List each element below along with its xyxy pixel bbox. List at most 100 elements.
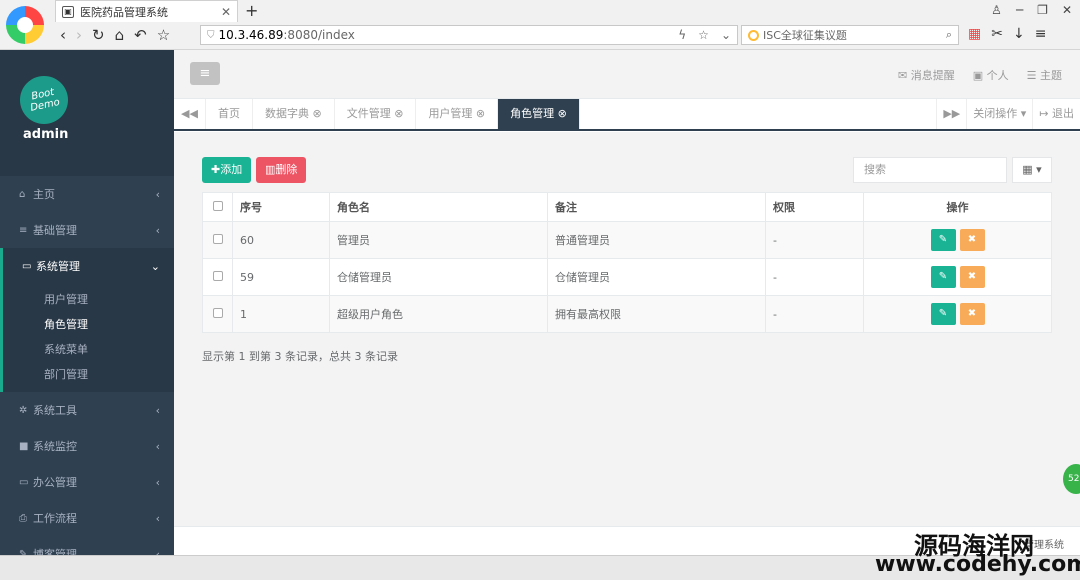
reload-icon[interactable]: ↻ [92, 26, 105, 44]
chevron-left-icon: ‹ [155, 475, 160, 489]
sidebar-item-menus[interactable]: 系统菜单 [3, 337, 174, 362]
sidebar-item-basic[interactable]: ≡ 基础管理 ‹ [0, 212, 174, 248]
url-host: 10.3.46.89 [218, 28, 284, 42]
back-icon[interactable]: ‹ [60, 26, 66, 44]
home-icon: ⌂ [19, 188, 26, 200]
sidebar-item-monitor[interactable]: ■ 系统监控 ‹ [0, 428, 174, 464]
video-icon: ■ [19, 440, 29, 452]
tab-dict[interactable]: 数据字典 ⊗ [253, 99, 335, 129]
list-icon: ≡ [19, 224, 28, 236]
cell-remark: 仓储管理员 [547, 258, 766, 296]
row-checkbox[interactable] [212, 270, 223, 281]
tab-roles[interactable]: 角色管理 ⊗ [498, 99, 580, 129]
roles-table: 序号 角色名 备注 权限 操作 60 管理员 普通管理员 - ✎ ✖ 59 仓储管… [202, 192, 1052, 333]
edit-button[interactable]: ✎ [930, 266, 956, 288]
col-id[interactable]: 序号 [232, 192, 330, 222]
row-checkbox[interactable] [212, 307, 223, 318]
close-window-icon[interactable]: ✕ [1062, 3, 1072, 17]
row-checkbox[interactable] [212, 233, 223, 244]
sidebar-item-tools[interactable]: ✲ 系统工具 ‹ [0, 392, 174, 428]
header-right: ✉ 消息提醒 ▣ 个人 ☰ 主题 [898, 67, 1062, 83]
col-remark[interactable]: 备注 [547, 192, 766, 222]
new-tab-icon[interactable]: + [245, 1, 258, 20]
remove-button[interactable]: ✖ [959, 229, 985, 251]
apps-icon[interactable]: ▦ [968, 26, 981, 42]
undo-icon[interactable]: ↶ [134, 26, 147, 44]
forward-icon[interactable]: › [76, 26, 82, 44]
add-button[interactable]: ✚添加 [202, 157, 252, 183]
cell-perm: - [765, 258, 864, 296]
sidebar: Boot Demo admin ⌂ 主页 ‹ ≡ 基础管理 ‹ ▭ 系统管理 ⌄ 用户管理 角… [0, 50, 174, 555]
chevron-left-icon: ‹ [155, 547, 160, 556]
tabs-left-icon[interactable]: ◀◀ [174, 99, 206, 129]
sidebar-item-office[interactable]: ▭ 办公管理 ‹ [0, 464, 174, 500]
table-row: 1 超级用户角色 拥有最高权限 - ✎ ✖ [202, 295, 1052, 333]
search-input[interactable]: 搜索 [853, 157, 1007, 183]
close-ops-button[interactable]: 关闭操作 ▾ [966, 99, 1032, 129]
remove-button[interactable]: ✖ [959, 266, 985, 288]
cell-remark: 普通管理员 [547, 221, 766, 259]
dropdown-icon[interactable]: ⌄ [721, 28, 731, 42]
minimize-icon[interactable]: ─ [1016, 3, 1023, 17]
cell-perm: - [765, 221, 864, 259]
columns-button[interactable]: ▦ ▾ [1012, 157, 1052, 183]
url-rest: :8080/index [283, 28, 355, 42]
browser-logo-icon[interactable] [6, 6, 44, 44]
sidebar-item-home[interactable]: ⌂ 主页 ‹ [0, 176, 174, 212]
scissors-icon[interactable]: ✂ [991, 26, 1003, 42]
sidebar-item-blog[interactable]: ✎ 博客管理 ‹ [0, 536, 174, 556]
system-submenu: 用户管理 角色管理 系统菜单 部门管理 [0, 284, 174, 392]
notify-button[interactable]: ✉ 消息提醒 [898, 67, 955, 83]
sidebar-item-system[interactable]: ▭ 系统管理 ⌄ [0, 248, 174, 284]
address-bar[interactable]: ⛉ 10.3.46.89 :8080/index ϟ ☆ ⌄ [200, 25, 738, 45]
select-all-checkbox[interactable] [212, 200, 223, 211]
search-icon[interactable]: ⌕ [946, 28, 952, 42]
tab-users[interactable]: 用户管理 ⊗ [416, 99, 499, 129]
cell-perm: - [765, 295, 864, 333]
cell-name: 仓储管理员 [329, 258, 548, 296]
sidebar-item-users[interactable]: 用户管理 [3, 287, 174, 312]
tab-home[interactable]: 首页 [206, 99, 253, 129]
theme-button[interactable]: ☰ 主题 [1027, 67, 1062, 83]
col-perm[interactable]: 权限 [765, 192, 864, 222]
tabs-right-icon[interactable]: ▶▶ [936, 99, 966, 129]
window-controls: ♙ ─ ❐ ✕ [991, 3, 1072, 17]
username[interactable]: admin [23, 127, 68, 142]
bolt-icon[interactable]: ϟ [678, 28, 686, 42]
cell-name: 管理员 [329, 221, 548, 259]
logout-button[interactable]: ↦ 退出 [1032, 99, 1080, 129]
browser-tab[interactable]: ▣ 医院药品管理系统 ✕ [55, 0, 238, 22]
tab-files[interactable]: 文件管理 ⊗ [335, 99, 417, 129]
personal-button[interactable]: ▣ 个人 [973, 67, 1009, 83]
remove-button[interactable]: ✖ [959, 303, 985, 325]
chevron-left-icon: ‹ [155, 439, 160, 453]
menu-toggle-button[interactable]: ≡ [190, 62, 220, 85]
edit-button[interactable]: ✎ [930, 303, 956, 325]
laptop-icon: ▭ [19, 476, 29, 488]
chevron-left-icon: ‹ [155, 223, 160, 237]
browser-search-input[interactable]: ISC全球征集议题 ⌕ [741, 25, 959, 45]
edit-button[interactable]: ✎ [930, 229, 956, 251]
bookmark-star-icon[interactable]: ☆ [698, 28, 709, 42]
avatar[interactable]: Boot Demo [15, 71, 73, 129]
download-icon[interactable]: ↓ [1013, 26, 1025, 42]
menu-icon[interactable]: ≡ [1035, 26, 1047, 42]
cell-remark: 拥有最高权限 [547, 295, 766, 333]
desktop-icon: ▭ [22, 260, 32, 272]
skin-icon[interactable]: ♙ [991, 3, 1002, 17]
content-tabs: ◀◀ 首页 数据字典 ⊗ 文件管理 ⊗ 用户管理 ⊗ 角色管理 ⊗ ▶▶ 关闭操… [174, 99, 1080, 131]
sidebar-item-workflow[interactable]: ⎙ 工作流程 ‹ [0, 500, 174, 536]
home-icon[interactable]: ⌂ [115, 26, 125, 44]
table-row: 60 管理员 普通管理员 - ✎ ✖ [202, 221, 1052, 259]
tab-close-icon[interactable]: ✕ [221, 5, 231, 19]
sidebar-item-roles[interactable]: 角色管理 [3, 312, 174, 337]
maximize-icon[interactable]: ❐ [1037, 3, 1048, 17]
col-name[interactable]: 角色名 [329, 192, 548, 222]
browser-tab-title: 医院药品管理系统 [80, 5, 168, 19]
cell-name: 超级用户角色 [329, 295, 548, 333]
delete-button[interactable]: ▥删除 [256, 157, 307, 183]
cell-id: 60 [232, 221, 330, 259]
sidebar-item-depts[interactable]: 部门管理 [3, 362, 174, 387]
chevron-left-icon: ‹ [155, 187, 160, 201]
star-icon[interactable]: ☆ [157, 26, 170, 44]
